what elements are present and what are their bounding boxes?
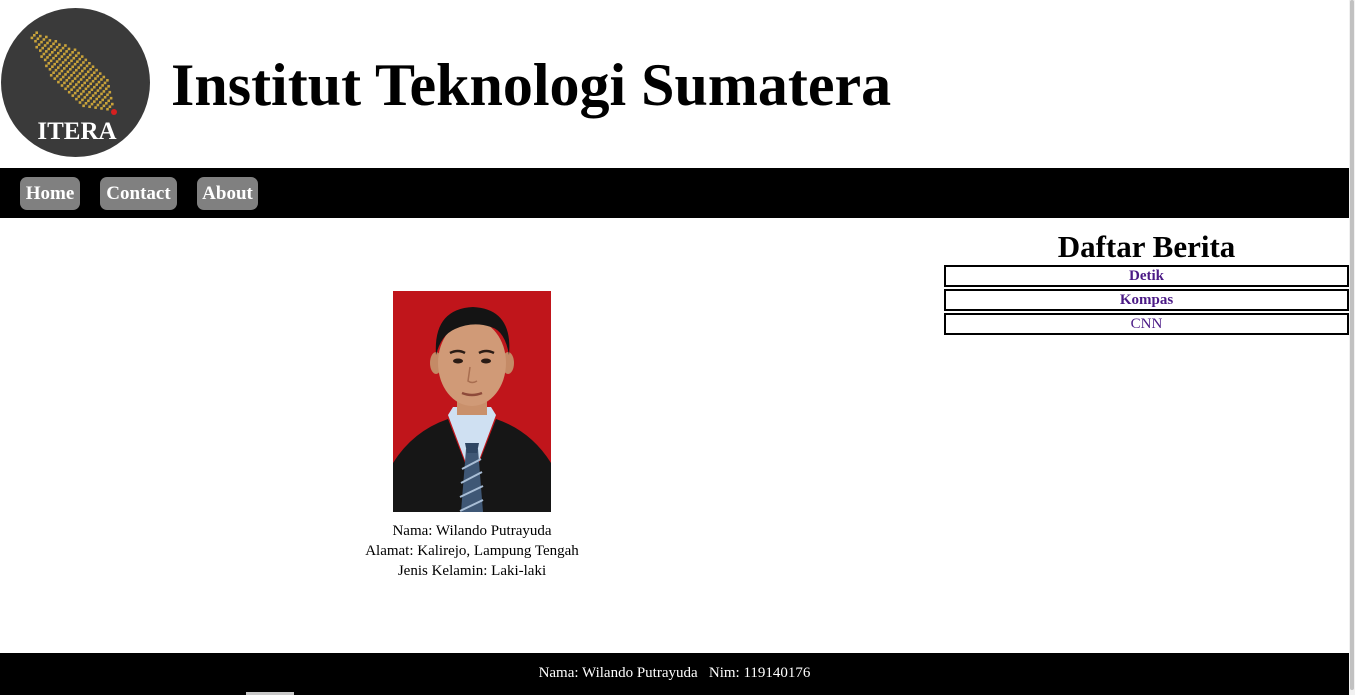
site-title: Institut Teknologi Sumatera xyxy=(171,52,892,118)
news-link-kompas[interactable]: Kompas xyxy=(944,289,1349,311)
news-list: Detik Kompas CNN xyxy=(944,265,1349,337)
news-link-cnn[interactable]: CNN xyxy=(944,313,1349,335)
site-footer: Nama: Wilando Putrayuda Nim: 119140176 xyxy=(0,653,1349,695)
page: ITERA Institut Teknologi Sumatera Home C… xyxy=(0,0,1355,695)
profile-gender: Jenis Kelamin: Laki-laki xyxy=(397,563,547,579)
profile-photo xyxy=(393,291,551,512)
itera-logo: ITERA xyxy=(1,8,150,157)
news-link-detik[interactable]: Detik xyxy=(944,265,1349,287)
scrollbar-thumb[interactable] xyxy=(1350,0,1354,690)
vertical-scrollbar[interactable] xyxy=(1349,0,1355,695)
nav-home-button[interactable]: Home xyxy=(20,177,80,210)
svg-text:ITERA: ITERA xyxy=(37,118,116,145)
footer-text: Nama: Wilando Putrayuda Nim: 119140176 xyxy=(538,665,811,681)
profile-address: Alamat: Kalirejo, Lampung Tengah xyxy=(365,543,579,559)
nav-bar: Home Contact About xyxy=(0,168,1349,218)
profile-info: Nama: Wilando Putrayuda Alamat: Kalirejo… xyxy=(272,521,672,581)
profile-name: Nama: Wilando Putrayuda xyxy=(392,523,552,539)
site-header: ITERA Institut Teknologi Sumatera xyxy=(0,0,1349,168)
news-list-title: Daftar Berita xyxy=(1057,229,1236,264)
nav-about-button[interactable]: About xyxy=(197,177,258,210)
nav-contact-button[interactable]: Contact xyxy=(100,177,177,210)
